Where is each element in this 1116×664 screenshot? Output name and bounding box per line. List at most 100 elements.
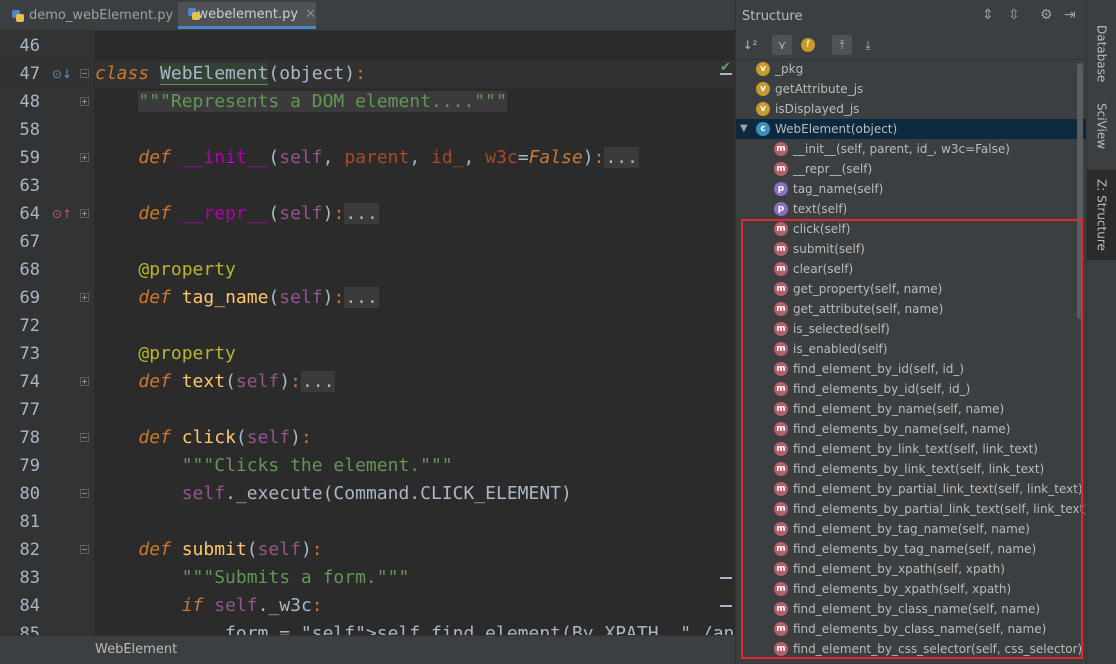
class-icon: c <box>756 122 770 136</box>
python-file-icon <box>12 9 24 22</box>
gutter-line: 58 <box>0 116 94 144</box>
gutter-line: 84 <box>0 592 94 620</box>
code-line[interactable]: form = "self">self.find_element(By.XPATH… <box>95 620 735 635</box>
code-editor[interactable]: 46 47 ⊙↓ 48 58 59 63 64 ⊙↑ 67 68 69 72 73 74 77 78 79 80 81… <box>0 31 735 635</box>
gutter-line: 82 <box>0 536 94 564</box>
tree-item[interactable]: v _pkg <box>736 59 1087 79</box>
line-number: 83 <box>19 568 40 588</box>
code-line[interactable] <box>95 32 735 60</box>
side-tab-structure[interactable]: Z: Structure <box>1087 170 1116 260</box>
expand-fold-icon[interactable] <box>80 377 89 386</box>
code-line[interactable]: @property <box>95 256 735 284</box>
tree-item[interactable]: p tag_name(self) <box>736 179 1087 199</box>
code-line[interactable]: def click(self): <box>95 424 735 452</box>
collapse-fold-icon[interactable] <box>80 69 89 78</box>
side-tab-database[interactable]: Database <box>1087 25 1116 82</box>
code-line[interactable]: def text(self):... <box>95 368 735 396</box>
line-number: 64 <box>19 204 40 224</box>
line-number: 77 <box>19 400 40 420</box>
collapse-fold-icon[interactable] <box>80 489 89 498</box>
scroll-marker <box>720 605 732 607</box>
highlight-box <box>741 219 1083 659</box>
expand-fold-icon[interactable] <box>80 153 89 162</box>
panel-title: Structure <box>742 9 803 24</box>
code-line[interactable]: if self._w3c: <box>95 592 735 620</box>
show-fields-icon[interactable]: f <box>798 35 818 55</box>
line-number: 79 <box>19 456 40 476</box>
gutter-line: 47 ⊙↓ <box>0 60 94 88</box>
code-area[interactable]: class WebElement(object): """Represents … <box>95 31 735 635</box>
code-line[interactable]: def tag_name(self):... <box>95 284 735 312</box>
code-line[interactable]: class WebElement(object): <box>95 60 735 88</box>
tree-item[interactable]: v getAttribute_js <box>736 79 1087 99</box>
property-icon: p <box>774 182 788 196</box>
gutter-line: 79 <box>0 452 94 480</box>
tree-item-label: getAttribute_js <box>775 82 864 96</box>
line-number: 80 <box>19 484 40 504</box>
line-number: 82 <box>19 540 40 560</box>
tab-label: webelement.py <box>197 6 299 22</box>
gutter-line: 69 <box>0 284 94 312</box>
code-line[interactable] <box>95 172 735 200</box>
code-line[interactable]: def __init__(self, parent, id_, w3c=Fals… <box>95 144 735 172</box>
expand-all-icon[interactable]: ⇕ <box>982 7 994 23</box>
line-number: 63 <box>19 176 40 196</box>
collapse-all-icon[interactable]: ⇳ <box>1008 7 1020 23</box>
line-number: 58 <box>19 120 40 140</box>
tree-item[interactable]: m __repr__(self) <box>736 159 1087 179</box>
gear-icon[interactable]: ⚙ <box>1040 7 1053 23</box>
code-line[interactable] <box>95 508 735 536</box>
overrides-icon[interactable]: ⊙↑ <box>52 208 72 220</box>
property-icon: p <box>774 202 788 216</box>
expand-fold-icon[interactable] <box>80 293 89 302</box>
hide-icon[interactable]: ⇥ <box>1064 7 1076 23</box>
gutter-line: 78 <box>0 424 94 452</box>
collapse-fold-icon[interactable] <box>80 545 89 554</box>
code-line[interactable] <box>95 116 735 144</box>
expand-fold-icon[interactable] <box>80 209 89 218</box>
side-tool-tabs: Database SciView Z: Structure <box>1086 0 1116 664</box>
gutter-line: 72 <box>0 312 94 340</box>
code-line[interactable]: self._execute(Command.CLICK_ELEMENT) <box>95 480 735 508</box>
tree-item[interactable]: p text(self) <box>736 199 1087 219</box>
line-gutter: 46 47 ⊙↓ 48 58 59 63 64 ⊙↑ 67 68 69 72 73 74 77 78 79 80 81… <box>0 31 94 635</box>
gutter-line: 83 <box>0 564 94 592</box>
tree-item-label: WebElement(object) <box>775 122 898 136</box>
close-icon[interactable]: ✕ <box>305 7 316 22</box>
overridden-icon[interactable]: ⊙↓ <box>52 68 72 80</box>
sort-alpha-icon[interactable]: ↓² <box>740 35 760 55</box>
tree-item-label: __repr__(self) <box>793 162 873 176</box>
code-line[interactable] <box>95 228 735 256</box>
gutter-line: 85 <box>0 620 94 635</box>
line-number: 69 <box>19 288 40 308</box>
tree-item-label: isDisplayed_js <box>775 102 860 116</box>
collapse-fold-icon[interactable] <box>80 433 89 442</box>
expand-arrow-icon[interactable]: ▼ <box>740 119 748 139</box>
code-line[interactable]: @property <box>95 340 735 368</box>
code-line[interactable]: """Clicks the element.""" <box>95 452 735 480</box>
show-inherited-icon[interactable]: ⋎ <box>772 35 792 55</box>
code-line[interactable]: """Submits a form.""" <box>95 564 735 592</box>
tree-item-label: text(self) <box>793 202 848 216</box>
tree-item[interactable]: m __init__(self, parent, id_, w3c=False) <box>736 139 1087 159</box>
code-line[interactable] <box>95 396 735 424</box>
code-line[interactable] <box>95 312 735 340</box>
tree-item[interactable]: v isDisplayed_js <box>736 99 1087 119</box>
editor-tab-bar: demo_webElement.py webelement.py ✕ <box>0 0 735 31</box>
tree-item[interactable]: ▼ c WebElement(object) <box>736 119 1087 139</box>
variable-icon: v <box>756 102 770 116</box>
code-line[interactable]: def __repr__(self):... <box>95 200 735 228</box>
variable-icon: v <box>756 82 770 96</box>
autoscroll-from-source-icon[interactable]: ⤓ <box>858 35 878 55</box>
breadcrumb[interactable]: WebElement <box>95 642 177 657</box>
expand-fold-icon[interactable] <box>80 97 89 106</box>
code-line[interactable]: """Represents a DOM element....""" <box>95 88 735 116</box>
line-number: 68 <box>19 260 40 280</box>
autoscroll-to-source-icon[interactable]: ⤒ <box>832 35 852 55</box>
tab-demo-webelement[interactable]: demo_webElement.py <box>0 2 176 29</box>
code-line[interactable]: def submit(self): <box>95 536 735 564</box>
tree-item-label: __init__(self, parent, id_, w3c=False) <box>793 142 1010 156</box>
line-number: 81 <box>19 512 40 532</box>
tab-webelement[interactable]: webelement.py ✕ <box>178 2 316 29</box>
side-tab-sciview[interactable]: SciView <box>1087 96 1116 156</box>
